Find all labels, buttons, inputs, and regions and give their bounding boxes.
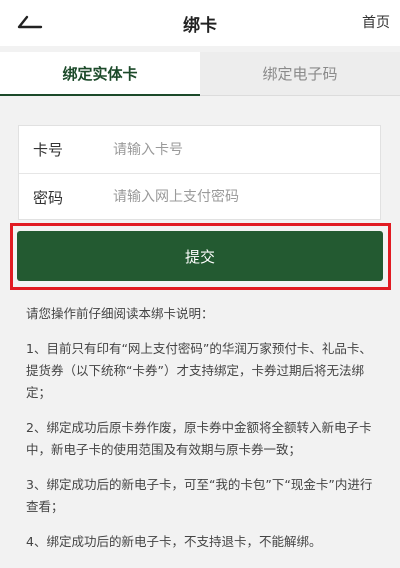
bind-card-form: 卡号 密码 — [18, 125, 381, 220]
instruction-item: 3、绑定成功后的新电子卡，可至“我的卡包”下“现金卡”内进行查看； — [26, 477, 373, 514]
tab-bar: 绑定实体卡 绑定电子码 — [0, 52, 400, 96]
instructions-intro: 请您操作前仔细阅读本绑卡说明： — [26, 306, 214, 321]
page-title: 绑卡 — [183, 15, 217, 36]
card-number-row: 卡号 — [19, 126, 380, 173]
card-number-input[interactable] — [113, 141, 363, 158]
binding-instructions: 请您操作前仔细阅读本绑卡说明： 1、目前只有印有“网上支付密码”的华润万家预付卡… — [26, 303, 382, 553]
password-row: 密码 — [19, 173, 380, 220]
instruction-item: 2、绑定成功后原卡券作废，原卡券中金额将全额转入新电子卡中，新电子卡的使用范围及… — [26, 420, 372, 457]
tab-bind-electronic-code[interactable]: 绑定电子码 — [200, 52, 400, 96]
back-button[interactable] — [8, 6, 52, 40]
top-bar: 绑卡 首页 — [0, 0, 400, 46]
tab-bind-physical-card[interactable]: 绑定实体卡 — [0, 52, 200, 96]
card-number-label: 卡号 — [33, 141, 64, 159]
password-label: 密码 — [33, 188, 64, 207]
password-input[interactable] — [113, 189, 363, 205]
home-link[interactable]: 首页 — [362, 12, 390, 32]
instruction-item: 1、目前只有印有“网上支付密码”的华润万家预付卡、礼品卡、提货券（以下统称“卡券… — [26, 341, 372, 400]
submit-button[interactable]: 提交 — [17, 231, 383, 281]
instruction-item: 4、绑定成功后的新电子卡，不支持退卡，不能解绑。 — [26, 534, 322, 549]
back-arrow-icon — [17, 15, 43, 29]
